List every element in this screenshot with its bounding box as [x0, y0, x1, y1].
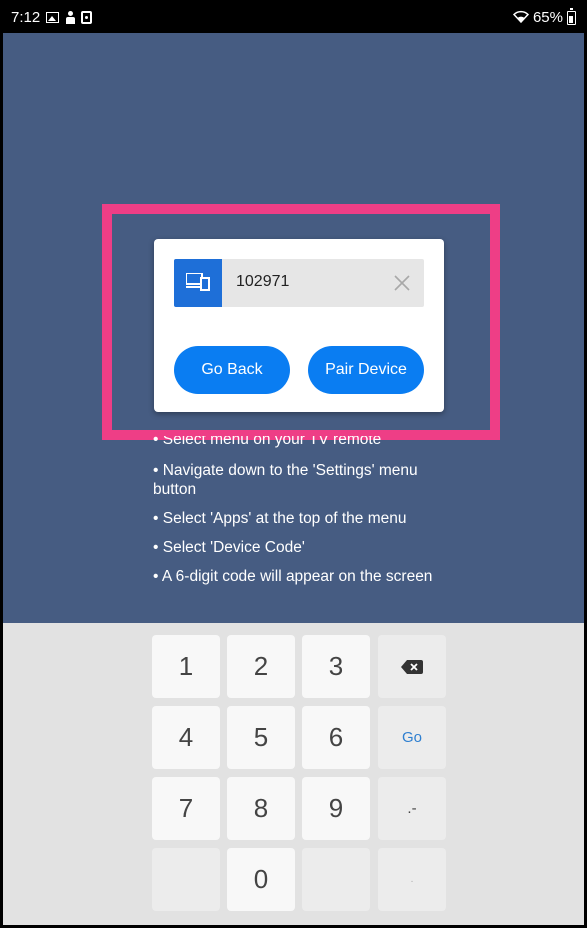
clear-icon[interactable] [390, 271, 414, 295]
device-icon-tile [174, 259, 222, 307]
pair-device-button[interactable]: Pair Device [308, 346, 424, 394]
go-key[interactable]: Go [378, 706, 446, 769]
backspace-key[interactable] [378, 635, 446, 698]
blank-key-left [152, 848, 220, 911]
key-4[interactable]: 4 [152, 706, 220, 769]
backspace-icon [401, 659, 423, 674]
blank-key-right [302, 848, 370, 911]
device-code-field[interactable]: 102971 [174, 259, 424, 307]
notification-icon [81, 11, 93, 24]
key-9[interactable]: 9 [302, 777, 370, 840]
key-8[interactable]: 8 [227, 777, 295, 840]
period-key[interactable]: . [378, 848, 446, 911]
device-code-value[interactable]: 102971 [236, 273, 289, 291]
status-time: 7:12 [11, 9, 41, 26]
status-bar: 7:12 65% [3, 3, 584, 33]
instruction-item: • Navigate down to the 'Settings' menu b… [153, 462, 418, 498]
instruction-item: • A 6-digit code will appear on the scre… [153, 568, 433, 585]
key-0[interactable]: 0 [227, 848, 295, 911]
punctuation-key[interactable]: .- [378, 777, 446, 840]
key-7[interactable]: 7 [152, 777, 220, 840]
person-icon [65, 11, 76, 24]
devices-icon [186, 273, 210, 291]
battery-icon [567, 7, 576, 25]
key-2[interactable]: 2 [227, 635, 295, 698]
pair-dialog: 102971 Go Back Pair Device [154, 239, 444, 412]
go-back-button[interactable]: Go Back [174, 346, 290, 394]
wifi-icon [512, 10, 530, 25]
key-5[interactable]: 5 [227, 706, 295, 769]
key-1[interactable]: 1 [152, 635, 220, 698]
battery-percent: 65% [532, 9, 563, 26]
gallery-icon [46, 12, 60, 23]
numeric-keypad: 1 2 3 4 5 6 Go 7 8 9 .- 0 . [3, 623, 584, 925]
key-3[interactable]: 3 [302, 635, 370, 698]
instruction-item: • Select menu on your TV remote [153, 436, 382, 448]
app-screen: 7:12 65% 102971 Go Back Pair Device • Se… [3, 3, 584, 925]
key-6[interactable]: 6 [302, 706, 370, 769]
instructions-list: • Select menu on your TV remote • Naviga… [153, 436, 453, 596]
instruction-item: • Select 'Device Code' [153, 539, 305, 556]
instruction-item: • Select 'Apps' at the top of the menu [153, 510, 407, 527]
